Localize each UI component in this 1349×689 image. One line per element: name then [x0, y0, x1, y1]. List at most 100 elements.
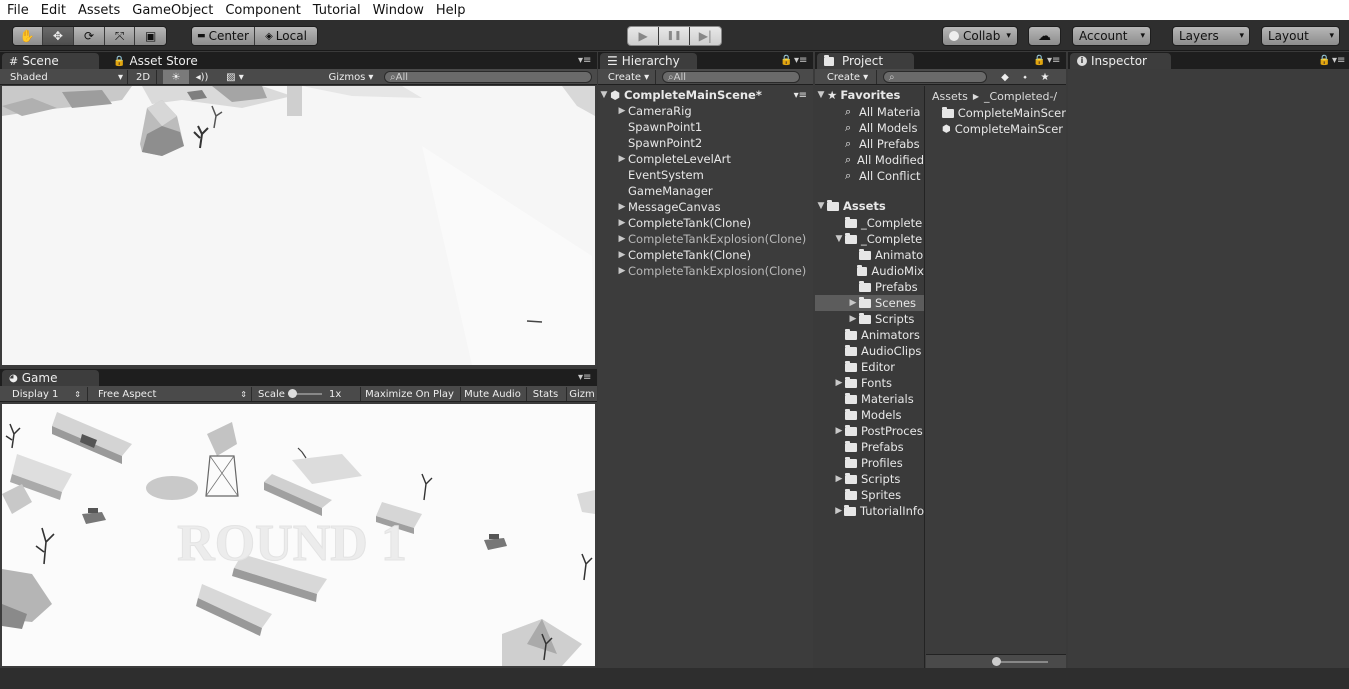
filter-label-button[interactable]: ⬩ [1017, 70, 1033, 84]
favorite-item[interactable]: ⌕ All Materia [815, 104, 924, 120]
tab-asset-store[interactable]: 🔒 Asset Store [106, 53, 206, 69]
menu-item-help[interactable]: Help [429, 3, 471, 18]
menu-item-tutorial[interactable]: Tutorial [306, 3, 366, 18]
project-create-dropdown[interactable]: Create ▾ [819, 70, 877, 84]
hierarchy-create-dropdown[interactable]: Create ▾ [602, 70, 656, 84]
lighting-toggle[interactable]: ☀ [163, 70, 189, 84]
layout-dropdown[interactable]: Layout ▾ [1261, 26, 1340, 46]
tab-inspector[interactable]: i Inspector [1070, 53, 1171, 69]
breadcrumb-completed[interactable]: _Completed-/ [984, 90, 1057, 103]
filter-type-button[interactable]: ◆ [997, 70, 1013, 84]
slider-thumb[interactable] [288, 389, 297, 398]
asset-folder-item[interactable]: AudioClips [815, 343, 924, 359]
asset-folder-item[interactable]: _Complete [815, 215, 924, 231]
shading-dropdown[interactable]: Shaded ▾ [4, 70, 128, 84]
asset-folder-item[interactable]: ▶ Fonts [815, 375, 924, 391]
effects-dropdown[interactable]: ▨ ▾ [218, 70, 252, 84]
hand-tool-button[interactable]: ✋ [13, 27, 43, 45]
project-search-input[interactable]: ⌕ [883, 71, 987, 83]
hierarchy-item[interactable]: ▶ CompleteTank(Clone) [598, 247, 813, 263]
asset-folder-item[interactable]: Sprites [815, 487, 924, 503]
mute-audio-toggle[interactable]: Mute Audio [460, 387, 524, 401]
hierarchy-item[interactable]: GameManager [598, 183, 813, 199]
tab-hierarchy[interactable]: ☰ Hierarchy [600, 53, 697, 69]
triangle-right-icon[interactable]: ▶ [616, 266, 628, 276]
mode-2d-toggle[interactable]: 2D [130, 70, 157, 84]
favorite-item[interactable]: ⌕ All Prefabs [815, 136, 924, 152]
asset-folder-item[interactable]: ▶ TutorialInfo [815, 503, 924, 519]
gizmos-dropdown[interactable]: Gizmos ▾ [326, 70, 376, 84]
triangle-right-icon[interactable]: ▶ [833, 474, 845, 484]
asset-folder-item[interactable]: AudioMix [815, 263, 924, 279]
file-item[interactable]: CompleteMainScer [926, 105, 1066, 121]
center-button[interactable]: ▬ Center [192, 27, 255, 45]
cloud-button[interactable]: ☁ [1028, 26, 1061, 46]
rotate-tool-button[interactable]: ⟳ [74, 27, 105, 45]
triangle-right-icon[interactable]: ▶ [616, 154, 628, 164]
move-tool-button[interactable]: ✥ [42, 27, 75, 45]
panel-menu-icon[interactable]: ▾≡ [578, 372, 591, 383]
breadcrumb-assets[interactable]: Assets [932, 90, 968, 103]
asset-folder-item[interactable]: Profiles [815, 455, 924, 471]
display-dropdown[interactable]: Display 1 ⇕ [4, 387, 88, 401]
asset-folder-item[interactable]: Animators [815, 327, 924, 343]
hierarchy-item[interactable]: ▶ CompleteTankExplosion(Clone) [598, 231, 813, 247]
pause-button[interactable]: ❚❚ [659, 27, 690, 45]
hierarchy-item[interactable]: SpawnPoint2 [598, 135, 813, 151]
hierarchy-item[interactable]: SpawnPoint1 [598, 119, 813, 135]
panel-menu-icon[interactable]: ▾≡ [1047, 55, 1060, 66]
scene-search-input[interactable]: ⌕ All [384, 71, 592, 83]
triangle-right-icon[interactable]: ▶ [847, 298, 859, 308]
asset-folder-item[interactable]: Animato [815, 247, 924, 263]
asset-folder-item[interactable]: ▶ Scripts [815, 471, 924, 487]
asset-folder-item[interactable]: ▶ Scenes [815, 295, 924, 311]
hierarchy-item[interactable]: ▶ CameraRig [598, 103, 813, 119]
asset-folder-item[interactable]: Editor [815, 359, 924, 375]
rect-tool-button[interactable]: ▣ [135, 27, 166, 45]
hierarchy-item[interactable]: EventSystem [598, 167, 813, 183]
menu-item-file[interactable]: File [0, 3, 34, 18]
hierarchy-item[interactable]: ▶ CompleteTankExplosion(Clone) [598, 263, 813, 279]
zoom-slider-thumb[interactable] [992, 657, 1001, 666]
stats-toggle[interactable]: Stats [526, 387, 564, 401]
file-item[interactable]: ⬢ CompleteMainScer [926, 121, 1066, 137]
asset-folder-item[interactable]: ▼ _Complete [815, 231, 924, 247]
menu-item-edit[interactable]: Edit [34, 3, 71, 18]
tab-project[interactable]: Project [817, 53, 914, 69]
lock-icon[interactable]: 🔒 [780, 55, 792, 66]
triangle-right-icon[interactable]: ▶ [833, 506, 844, 516]
layers-dropdown[interactable]: Layers ▾ [1172, 26, 1250, 46]
asset-folder-item[interactable]: ▶ Scripts [815, 311, 924, 327]
favorite-item[interactable]: ⌕ All Modified [815, 152, 924, 168]
menu-item-component[interactable]: Component [218, 3, 305, 18]
favorite-item[interactable]: ⌕ All Conflict [815, 168, 924, 184]
triangle-right-icon[interactable]: ▶ [616, 250, 628, 260]
favorite-button[interactable]: ★ [1037, 70, 1053, 84]
collab-button[interactable]: Collab ▾ [942, 26, 1018, 46]
scale-slider[interactable] [288, 387, 322, 401]
hierarchy-item[interactable]: ▶ CompleteTank(Clone) [598, 215, 813, 231]
triangle-down-icon[interactable]: ▼ [833, 234, 845, 244]
hierarchy-search-input[interactable]: ⌕ All [662, 71, 800, 83]
triangle-right-icon[interactable]: ▶ [847, 314, 859, 324]
tab-game[interactable]: ◕ Game [2, 370, 99, 386]
zoom-slider[interactable] [998, 661, 1048, 663]
favorites-header[interactable]: ▼ ★ Favorites [815, 87, 924, 103]
panel-menu-icon[interactable]: ▾≡ [1332, 55, 1345, 66]
account-dropdown[interactable]: Account ▾ [1072, 26, 1151, 46]
asset-folder-item[interactable]: ▶ PostProces [815, 423, 924, 439]
triangle-right-icon[interactable]: ▶ [616, 234, 628, 244]
lock-icon[interactable]: 🔒 [1318, 55, 1330, 66]
menu-item-assets[interactable]: Assets [71, 3, 125, 18]
scene-viewport[interactable] [2, 86, 595, 365]
lock-icon[interactable]: 🔒 [1033, 55, 1045, 66]
panel-menu-icon[interactable]: ▾≡ [578, 55, 591, 66]
asset-folder-item[interactable]: Materials [815, 391, 924, 407]
triangle-right-icon[interactable]: ▶ [833, 378, 845, 388]
triangle-right-icon[interactable]: ▶ [616, 106, 628, 116]
step-button[interactable]: ▶| [689, 27, 721, 45]
hierarchy-item[interactable]: ▶ MessageCanvas [598, 199, 813, 215]
aspect-dropdown[interactable]: Free Aspect ⇕ [90, 387, 252, 401]
scene-menu-icon[interactable]: ▾≡ [794, 90, 807, 101]
asset-folder-item[interactable]: Prefabs [815, 439, 924, 455]
